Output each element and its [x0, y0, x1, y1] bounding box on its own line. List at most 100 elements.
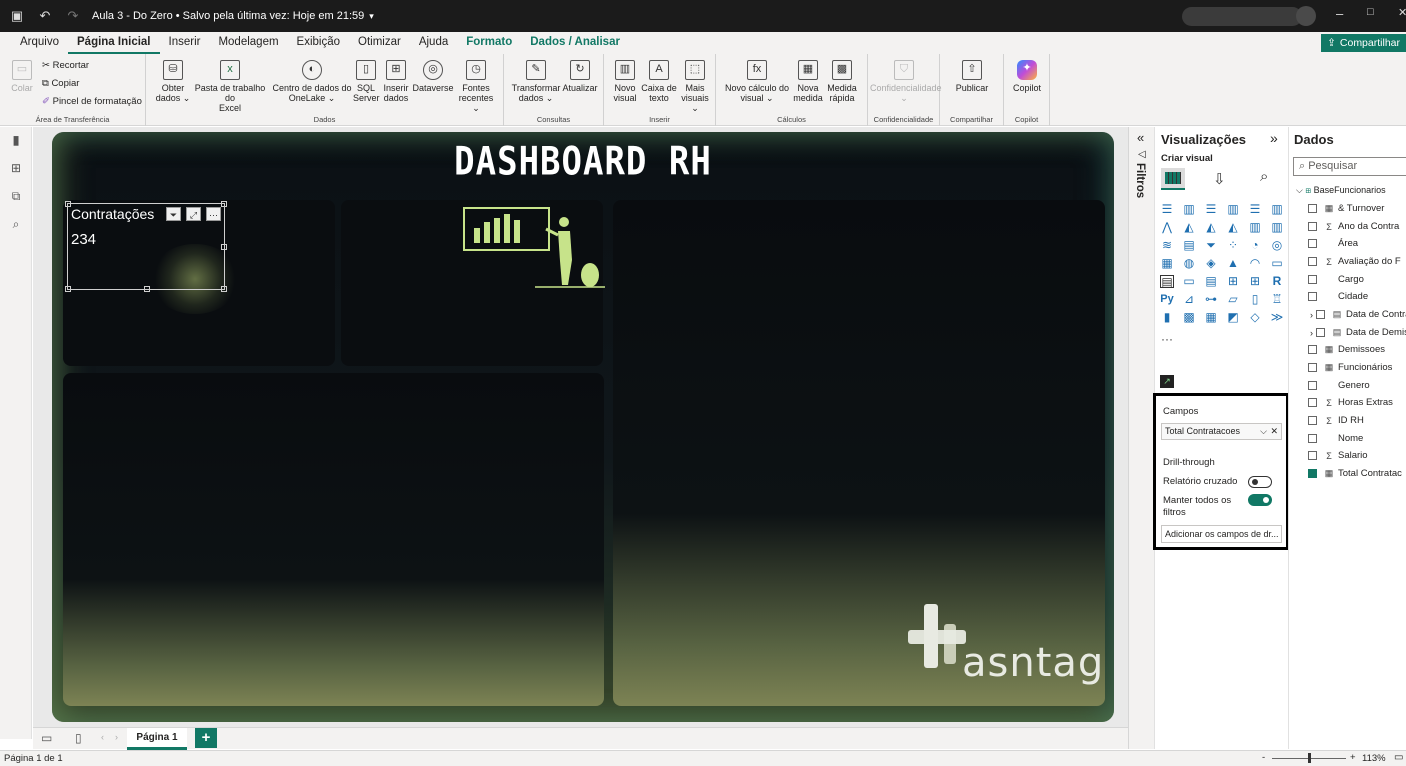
desktop-layout-icon[interactable]: ▭	[41, 731, 52, 745]
line-chart-icon[interactable]: ⋀	[1160, 221, 1174, 234]
field-pill[interactable]: Total Contratacoes ⌵ ✕	[1161, 423, 1282, 440]
paste-button[interactable]: ▭ Colar	[8, 60, 36, 93]
field-row[interactable]: ▦ Total Contratac	[1308, 465, 1402, 482]
chevron-right-icon[interactable]: ›	[1310, 310, 1313, 320]
minimize-button[interactable]: –	[1336, 6, 1343, 21]
line-clustered-column-icon[interactable]: ▥	[1270, 221, 1284, 234]
field-row[interactable]: Σ Avaliação do F	[1308, 253, 1401, 270]
recent-sources-button[interactable]: ◷ Fontes recentes ⌄	[454, 60, 498, 113]
tab-inserir[interactable]: Inserir	[160, 32, 210, 54]
expand-right-icon[interactable]: »	[1270, 130, 1278, 146]
qa-icon[interactable]: ▱	[1226, 293, 1240, 306]
field-checkbox[interactable]	[1308, 345, 1317, 354]
azure-ml-icon[interactable]: ◇	[1248, 311, 1262, 324]
resize-handle[interactable]	[221, 244, 227, 250]
field-row[interactable]: Σ Salario	[1308, 447, 1368, 464]
enter-data-button[interactable]: ⊞ Inserir dados	[380, 60, 412, 103]
data-search-input[interactable]: ⌕ Pesquisar	[1293, 157, 1406, 176]
area-100-chart-icon[interactable]: ◭	[1226, 221, 1240, 234]
cross-report-toggle[interactable]	[1248, 476, 1272, 488]
publish-button[interactable]: ⇧ Publicar	[946, 60, 998, 93]
tab-otimizar[interactable]: Otimizar	[349, 32, 410, 54]
excel-button[interactable]: x Pasta de trabalho do Excel	[190, 60, 270, 113]
tab-ajuda[interactable]: Ajuda	[410, 32, 457, 54]
line-column-chart-icon[interactable]: ▥	[1248, 221, 1262, 234]
redo-icon[interactable]: ↷	[62, 5, 84, 27]
dax-query-view-icon[interactable]: ⌕	[9, 217, 23, 231]
field-checkbox[interactable]	[1308, 416, 1317, 425]
tab-exibicao[interactable]: Exibição	[288, 32, 349, 54]
tab-arquivo[interactable]: Arquivo	[11, 32, 68, 54]
new-visual-button[interactable]: ▥ Novo visual	[610, 60, 640, 103]
field-row[interactable]: ▦ & Turnover	[1308, 200, 1384, 217]
chevron-down-icon[interactable]: ⌵	[1260, 424, 1267, 439]
python-visual-icon[interactable]: Py	[1160, 293, 1174, 306]
field-row[interactable]: Nome	[1308, 430, 1363, 447]
funnel-chart-icon[interactable]: ⏷	[1204, 239, 1218, 252]
zoom-out-button[interactable]: -	[1262, 752, 1265, 763]
card-icon[interactable]: ▭	[1270, 257, 1284, 270]
more-visuals-icon[interactable]: ···	[1160, 333, 1174, 346]
quick-measure-button[interactable]: ▩ Medida rápida	[824, 60, 860, 103]
collapse-left-icon[interactable]: «	[1137, 130, 1144, 145]
power-automate-flow-icon[interactable]: ≫	[1270, 311, 1284, 324]
table-view-icon[interactable]: ⊞	[9, 161, 23, 175]
field-checkbox[interactable]	[1316, 310, 1325, 319]
field-checkbox[interactable]	[1308, 451, 1317, 460]
stacked-column-100-icon[interactable]: ▥	[1270, 203, 1284, 216]
chevron-down-icon[interactable]: ⌵	[1296, 185, 1303, 195]
field-row[interactable]: Cargo	[1308, 271, 1364, 288]
copilot-button[interactable]: ✦ Copilot	[1008, 60, 1046, 93]
field-row[interactable]: ▦ Funcionários	[1308, 359, 1392, 376]
more-options-icon[interactable]: ⋯	[206, 207, 221, 221]
field-row[interactable]: › ▤ Data de Contra	[1310, 306, 1406, 323]
field-checkbox[interactable]	[1316, 328, 1325, 337]
zoom-slider-thumb[interactable]	[1308, 753, 1311, 763]
stacked-area-chart-icon[interactable]: ◭	[1204, 221, 1218, 234]
filter-icon[interactable]: ⏷	[166, 207, 181, 221]
power-apps-icon[interactable]: ▩	[1182, 311, 1196, 324]
avatar[interactable]	[1296, 6, 1316, 26]
azure-map-icon[interactable]: ▲	[1226, 257, 1240, 270]
text-box-button[interactable]: A Caixa de texto	[640, 60, 678, 103]
more-visuals-button[interactable]: ⬚ Mais visuais ⌄	[678, 60, 712, 113]
mobile-layout-icon[interactable]: ▯	[75, 731, 82, 745]
pie-chart-icon[interactable]: ◔	[1248, 239, 1262, 252]
tab-dados-analisar[interactable]: Dados / Analisar	[521, 32, 629, 54]
field-row[interactable]: Σ Ano da Contra	[1308, 218, 1399, 235]
field-row[interactable]: Σ ID RH	[1308, 412, 1364, 429]
refresh-button[interactable]: ↻ Atualizar	[560, 60, 600, 93]
field-checkbox[interactable]	[1308, 257, 1317, 266]
decomposition-tree-icon[interactable]: ⊶	[1204, 293, 1218, 306]
field-checkbox[interactable]	[1308, 275, 1317, 284]
analytics-icon[interactable]: ⌕	[1260, 168, 1268, 185]
field-checkbox[interactable]	[1308, 434, 1317, 443]
key-influencers-icon[interactable]: ⊿	[1182, 293, 1196, 306]
field-checkbox-checked[interactable]	[1308, 469, 1317, 478]
new-measure-button[interactable]: ▦ Nova medida	[792, 60, 824, 103]
page-tab-1[interactable]: Página 1	[127, 728, 187, 750]
field-row[interactable]: ▦ Demissoes	[1308, 341, 1385, 358]
tab-modelagem[interactable]: Modelagem	[209, 32, 287, 54]
new-visual-calc-button[interactable]: fx Novo cálculo do visual ⌄	[722, 60, 792, 103]
table-visual-icon[interactable]: ⊞	[1226, 275, 1240, 288]
remove-field-icon[interactable]: ✕	[1270, 424, 1278, 439]
focus-mode-icon[interactable]: ⤢	[186, 207, 201, 221]
field-checkbox[interactable]	[1308, 239, 1317, 248]
resize-handle[interactable]	[221, 201, 227, 207]
transform-data-button[interactable]: ✎ Transformar dados ⌄	[510, 60, 562, 103]
copy-button[interactable]: ⧉ Copiar	[42, 78, 79, 89]
clustered-column-chart-icon[interactable]: ▥	[1226, 203, 1240, 216]
format-visual-icon[interactable]: ⇩	[1213, 170, 1226, 188]
stacked-bar-100-icon[interactable]: ☰	[1248, 203, 1262, 216]
field-row[interactable]: Σ Horas Extras	[1308, 394, 1393, 411]
field-row[interactable]: Área	[1308, 235, 1358, 252]
model-view-icon[interactable]: ⧉	[9, 189, 23, 203]
chevron-right-icon[interactable]: ›	[1310, 328, 1313, 338]
field-row[interactable]: › ▤ Data de Demis	[1310, 324, 1406, 341]
document-title[interactable]: Aula 3 - Do Zero • Salvo pela última vez…	[92, 10, 364, 22]
r-script-icon[interactable]: R	[1270, 275, 1284, 288]
fit-page-icon[interactable]: ▭	[1394, 752, 1403, 763]
filled-map-icon[interactable]: ◈	[1204, 257, 1218, 270]
cut-button[interactable]: ✂ Recortar	[42, 60, 89, 71]
